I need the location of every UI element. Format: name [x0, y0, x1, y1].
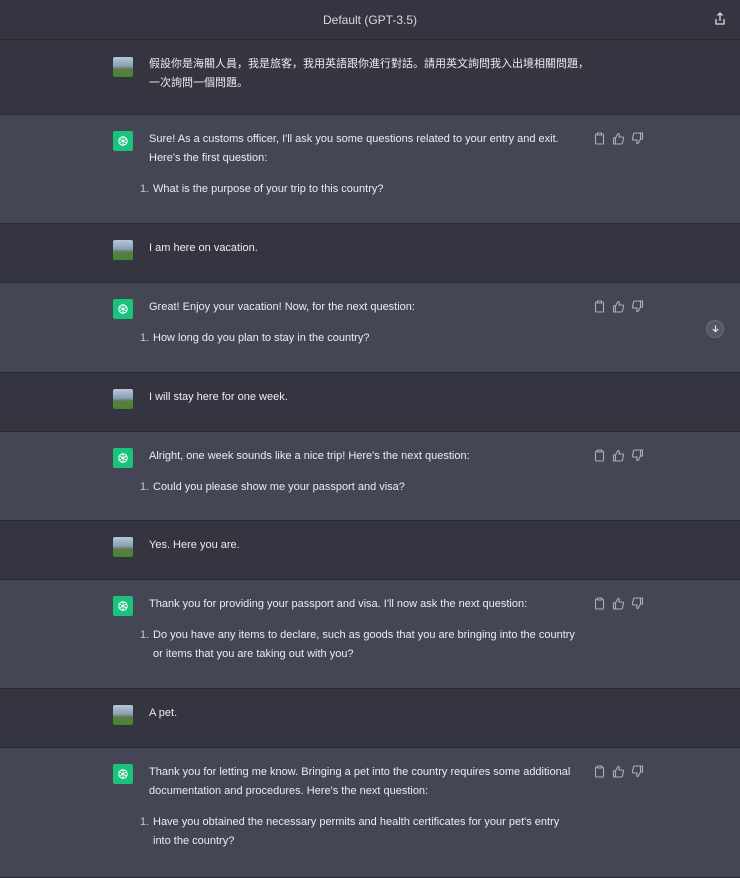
- list-item-text: Have you obtained the necessary permits …: [153, 816, 560, 847]
- numbered-list: 1. Have you obtained the necessary permit…: [140, 813, 579, 851]
- message-text: Yes. Here you are.: [149, 539, 240, 551]
- numbered-list: 1. Do you have any items to declare, such…: [140, 626, 579, 664]
- share-icon[interactable]: [712, 11, 728, 27]
- message-actions: [593, 597, 644, 610]
- arrow-down-icon: [711, 320, 720, 338]
- list-item: 1. Do you have any items to declare, such…: [140, 626, 579, 664]
- thumbs-up-icon[interactable]: [612, 765, 625, 778]
- user-avatar: [113, 389, 133, 409]
- thumbs-down-icon[interactable]: [631, 597, 644, 610]
- chatgpt-logo-icon: [113, 299, 133, 319]
- message-text: Thank you for letting me know. Bringing …: [149, 766, 571, 797]
- scroll-to-bottom-button[interactable]: [706, 320, 724, 338]
- list-number: 1.: [140, 481, 150, 493]
- model-title[interactable]: Default (GPT-3.5): [0, 13, 740, 27]
- message-text: A pet.: [149, 707, 178, 719]
- clipboard-icon[interactable]: [593, 132, 606, 145]
- message-actions: [593, 132, 644, 145]
- clipboard-icon[interactable]: [593, 765, 606, 778]
- chatgpt-logo-icon: [113, 448, 133, 468]
- clipboard-icon[interactable]: [593, 449, 606, 462]
- list-number: 1.: [140, 332, 150, 344]
- list-number: 1.: [140, 183, 150, 195]
- list-item-text: What is the purpose of your trip to this…: [153, 183, 384, 195]
- user-avatar: [113, 240, 133, 260]
- assistant-message: Sure! As a customs officer, I'll ask you…: [0, 114, 740, 224]
- assistant-message: Alright, one week sounds like a nice tri…: [0, 431, 740, 521]
- message-body: Thank you for letting me know. Bringing …: [140, 763, 579, 851]
- assistant-message: Great! Enjoy your vacation! Now, for the…: [0, 282, 740, 373]
- top-bar: Default (GPT-3.5): [0, 0, 740, 40]
- message-actions: [593, 449, 644, 462]
- chatgpt-logo-icon: [113, 131, 133, 151]
- message-text: I will stay here for one week.: [149, 391, 288, 403]
- assistant-message: Thank you for providing your passport an…: [0, 579, 740, 689]
- chatgpt-logo-icon: [113, 596, 133, 616]
- message-text: 假設你是海關人員，我是旅客，我用英語跟你進行對話。請用英文詢問我入出境相關問題，…: [149, 58, 589, 89]
- list-item: 1. Could you please show me your passport…: [140, 478, 579, 497]
- thumbs-down-icon[interactable]: [631, 765, 644, 778]
- thumbs-up-icon[interactable]: [612, 300, 625, 313]
- list-item: 1. What is the purpose of your trip to th…: [140, 180, 579, 199]
- numbered-list: 1. How long do you plan to stay in the co…: [140, 329, 579, 348]
- user-message: I will stay here for one week.: [0, 373, 740, 431]
- clipboard-icon[interactable]: [593, 300, 606, 313]
- user-avatar: [113, 705, 133, 725]
- numbered-list: 1. What is the purpose of your trip to th…: [140, 180, 579, 199]
- numbered-list: 1. Could you please show me your passport…: [140, 478, 579, 497]
- message-body: Thank you for providing your passport an…: [140, 595, 579, 664]
- thumbs-up-icon[interactable]: [612, 449, 625, 462]
- list-number: 1.: [140, 629, 150, 641]
- message-body: Alright, one week sounds like a nice tri…: [140, 447, 579, 497]
- message-actions: [593, 765, 644, 778]
- thumbs-up-icon[interactable]: [612, 132, 625, 145]
- message-body: Sure! As a customs officer, I'll ask you…: [140, 130, 579, 199]
- message-text: Alright, one week sounds like a nice tri…: [149, 450, 470, 462]
- message-text: Thank you for providing your passport an…: [149, 598, 528, 610]
- clipboard-icon[interactable]: [593, 597, 606, 610]
- assistant-message: Thank you for letting me know. Bringing …: [0, 747, 740, 878]
- thumbs-down-icon[interactable]: [631, 132, 644, 145]
- user-message: A pet.: [0, 689, 740, 747]
- user-message: Yes. Here you are.: [0, 521, 740, 579]
- message-text: Great! Enjoy your vacation! Now, for the…: [149, 301, 415, 313]
- thumbs-up-icon[interactable]: [612, 597, 625, 610]
- user-message: I am here on vacation.: [0, 224, 740, 282]
- message-body: Great! Enjoy your vacation! Now, for the…: [140, 298, 579, 348]
- thumbs-down-icon[interactable]: [631, 300, 644, 313]
- list-number: 1.: [140, 816, 150, 828]
- chatgpt-logo-icon: [113, 764, 133, 784]
- list-item: 1. How long do you plan to stay in the co…: [140, 329, 579, 348]
- thumbs-down-icon[interactable]: [631, 449, 644, 462]
- list-item-text: Could you please show me your passport a…: [153, 481, 405, 493]
- user-avatar: [113, 537, 133, 557]
- list-item-text: Do you have any items to declare, such a…: [153, 629, 575, 660]
- message-text: Sure! As a customs officer, I'll ask you…: [149, 133, 559, 164]
- list-item: 1. Have you obtained the necessary permit…: [140, 813, 579, 851]
- user-avatar: [113, 57, 133, 77]
- list-item-text: How long do you plan to stay in the coun…: [153, 332, 370, 344]
- message-actions: [593, 300, 644, 313]
- user-message: 假設你是海關人員，我是旅客，我用英語跟你進行對話。請用英文詢問我入出境相關問題，…: [0, 41, 740, 114]
- message-text: I am here on vacation.: [149, 242, 258, 254]
